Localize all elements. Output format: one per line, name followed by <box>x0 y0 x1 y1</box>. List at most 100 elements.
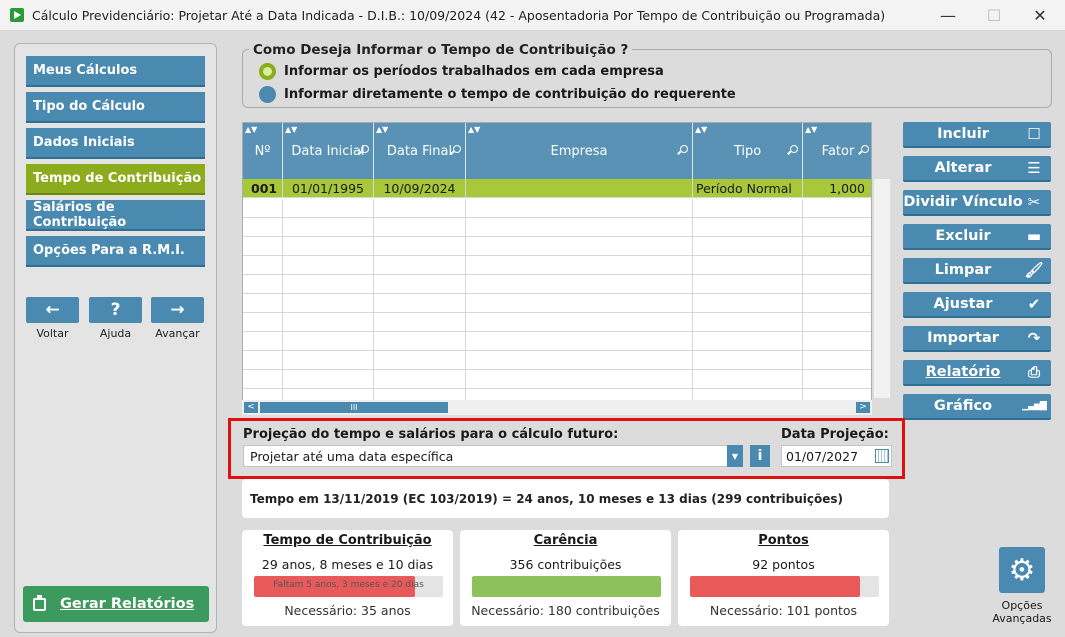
contribution-mode-group: Como Deseja Informar o Tempo de Contribu… <box>242 42 1052 108</box>
radio-unselected-icon <box>259 86 276 103</box>
limpar-button[interactable]: Limpar 🖌 <box>903 258 1051 284</box>
minimize-button[interactable]: — <box>925 0 971 31</box>
scroll-thumb[interactable]: III <box>260 402 448 413</box>
alterar-button[interactable]: Alterar ☰ <box>903 156 1051 182</box>
radio-option-periodos[interactable]: Informar os períodos trabalhados em cada… <box>259 63 664 80</box>
relatorio-button[interactable]: Relatório ⎙ <box>903 360 1051 386</box>
grafico-button[interactable]: Gráfico ▁▃▅▇ <box>903 394 1051 420</box>
table-row-empty[interactable] <box>243 370 871 389</box>
sort-icon: ▲▼ <box>376 125 389 134</box>
table-row-empty[interactable] <box>243 275 871 294</box>
sidebar-item-salarios-de-contribuicao[interactable]: Salários de Contribuição <box>26 200 205 231</box>
check-icon: ✔ <box>1027 295 1041 313</box>
opcoes-avancadas-button[interactable]: ⚙ <box>999 547 1045 593</box>
sidebar-item-tempo-de-contribuicao[interactable]: Tempo de Contribuição <box>26 164 205 195</box>
radio-option-direto[interactable]: Informar diretamente o tempo de contribu… <box>259 86 736 103</box>
search-icon[interactable] <box>361 145 369 153</box>
sort-icon: ▲▼ <box>468 125 481 134</box>
back-button[interactable]: ← <box>26 297 79 323</box>
maximize-button[interactable]: ☐ <box>971 0 1017 31</box>
card-title[interactable]: Tempo de Contribuição <box>242 533 453 548</box>
printer-icon <box>33 594 46 611</box>
card-title[interactable]: Carência <box>460 533 671 548</box>
radio-selected-icon <box>259 63 276 80</box>
incluir-button[interactable]: Incluir ☐ <box>903 122 1051 148</box>
progress-text: Faltam 5 anos, 3 meses e 20 dias <box>273 580 424 590</box>
cell-tipo: Período Normal <box>693 179 803 198</box>
calendar-icon[interactable] <box>875 449 889 463</box>
column-header-num[interactable]: ▲▼ Nº <box>243 123 283 179</box>
help-label: Ajuda <box>99 327 132 340</box>
scroll-left-icon[interactable]: < <box>244 402 258 413</box>
table-row-empty[interactable] <box>243 294 871 313</box>
importar-button[interactable]: Importar ↷ <box>903 326 1051 352</box>
gears-icon: ⚙ <box>1008 552 1036 588</box>
column-header-empresa[interactable]: ▲▼ Empresa <box>466 123 693 179</box>
info-button[interactable]: i <box>750 445 770 467</box>
column-header-data-inicial[interactable]: ▲▼ Data Inicial <box>283 123 374 179</box>
sidebar: Meus Cálculos Tipo do Cálculo Dados Inic… <box>14 43 217 633</box>
table-row-empty[interactable] <box>243 218 871 237</box>
card-title[interactable]: Pontos <box>678 533 889 548</box>
card-carencia: Carência 356 contribuições Necessário: 1… <box>460 530 671 626</box>
sidebar-item-opcoes-rmi[interactable]: Opções Para a R.M.I. <box>26 236 205 267</box>
table-row-empty[interactable] <box>243 351 871 370</box>
card-value: 92 pontos <box>752 557 815 572</box>
sidebar-item-dados-iniciais[interactable]: Dados Iniciais <box>26 128 205 159</box>
next-button[interactable]: → <box>151 297 204 323</box>
column-header-fator[interactable]: ▲▼ Fator <box>803 123 871 179</box>
card-required: Necessário: 180 contribuições <box>471 603 660 618</box>
sidebar-item-tipo-do-calculo[interactable]: Tipo do Cálculo <box>26 92 205 123</box>
vertical-scrollbar[interactable] <box>873 179 890 398</box>
card-required: Necessário: 35 anos <box>284 603 411 618</box>
card-value: 356 contribuições <box>509 557 622 572</box>
table-row-empty[interactable] <box>243 313 871 332</box>
cell-empresa <box>466 179 693 198</box>
ajustar-button[interactable]: Ajustar ✔ <box>903 292 1051 318</box>
arrow-right-icon: → <box>170 300 185 320</box>
brush-icon: 🖌 <box>1024 261 1044 279</box>
date-projection-input[interactable]: 01/07/2027 <box>781 445 892 467</box>
table-row-empty[interactable] <box>243 332 871 351</box>
column-header-tipo[interactable]: ▲▼ Tipo <box>693 123 803 179</box>
search-icon[interactable] <box>680 145 688 153</box>
search-icon[interactable] <box>861 145 869 153</box>
dividir-vinculo-button[interactable]: Dividir Vínculo ✂ <box>903 190 1051 216</box>
horizontal-scrollbar[interactable]: < III > <box>242 400 872 415</box>
projection-select[interactable]: Projetar até uma data específica <box>243 445 743 467</box>
table-row-empty[interactable] <box>243 237 871 256</box>
cell-data-final: 10/09/2024 <box>374 179 466 198</box>
import-arrow-icon: ↷ <box>1027 329 1041 347</box>
gerar-relatorios-button[interactable]: Gerar Relatórios <box>23 586 209 622</box>
table-row-empty[interactable] <box>243 199 871 218</box>
excluir-button[interactable]: Excluir ▬ <box>903 224 1051 250</box>
scroll-right-icon[interactable]: > <box>856 402 870 413</box>
search-icon[interactable] <box>790 145 798 153</box>
next-label: Avançar <box>155 327 200 340</box>
arrow-left-icon: ← <box>45 300 60 320</box>
help-button[interactable]: ? <box>89 297 142 323</box>
date-projection-label: Data Projeção: <box>781 427 889 442</box>
search-icon[interactable] <box>453 145 461 153</box>
minus-icon: ▬ <box>1026 227 1042 245</box>
progress-fill <box>472 576 661 597</box>
window-title: Cálculo Previdenciário: Projetar Até a D… <box>32 7 886 23</box>
periods-table: ▲▼ Nº ▲▼ Data Inicial ▲▼ Data Final ▲▼ Empre… <box>242 122 872 415</box>
opcoes-avancadas-label: Opções Avançadas <box>992 599 1052 625</box>
table-row[interactable]: 001 01/01/1995 10/09/2024 Período Normal… <box>243 179 871 198</box>
sort-icon: ▲▼ <box>805 125 818 134</box>
cell-fator: 1,000 <box>803 179 871 198</box>
gerar-relatorios-label: Gerar Relatórios <box>60 596 195 612</box>
chevron-down-icon[interactable]: ▼ <box>727 445 743 467</box>
cell-data-inicial: 01/01/1995 <box>283 179 374 198</box>
close-button[interactable]: ✕ <box>1017 0 1063 31</box>
sort-icon: ▲▼ <box>245 125 258 134</box>
table-row-empty[interactable] <box>243 256 871 275</box>
column-header-data-final[interactable]: ▲▼ Data Final <box>374 123 466 179</box>
radio-option-label: Informar os períodos trabalhados em cada… <box>284 64 664 79</box>
question-icon: ? <box>110 300 121 320</box>
card-pontos: Pontos 92 pontos Necessário: 101 pontos <box>678 530 889 626</box>
title-bar: Cálculo Previdenciário: Projetar Até a D… <box>0 0 1065 31</box>
sort-icon: ▲▼ <box>695 125 708 134</box>
sidebar-item-meus-calculos[interactable]: Meus Cálculos <box>26 56 205 87</box>
